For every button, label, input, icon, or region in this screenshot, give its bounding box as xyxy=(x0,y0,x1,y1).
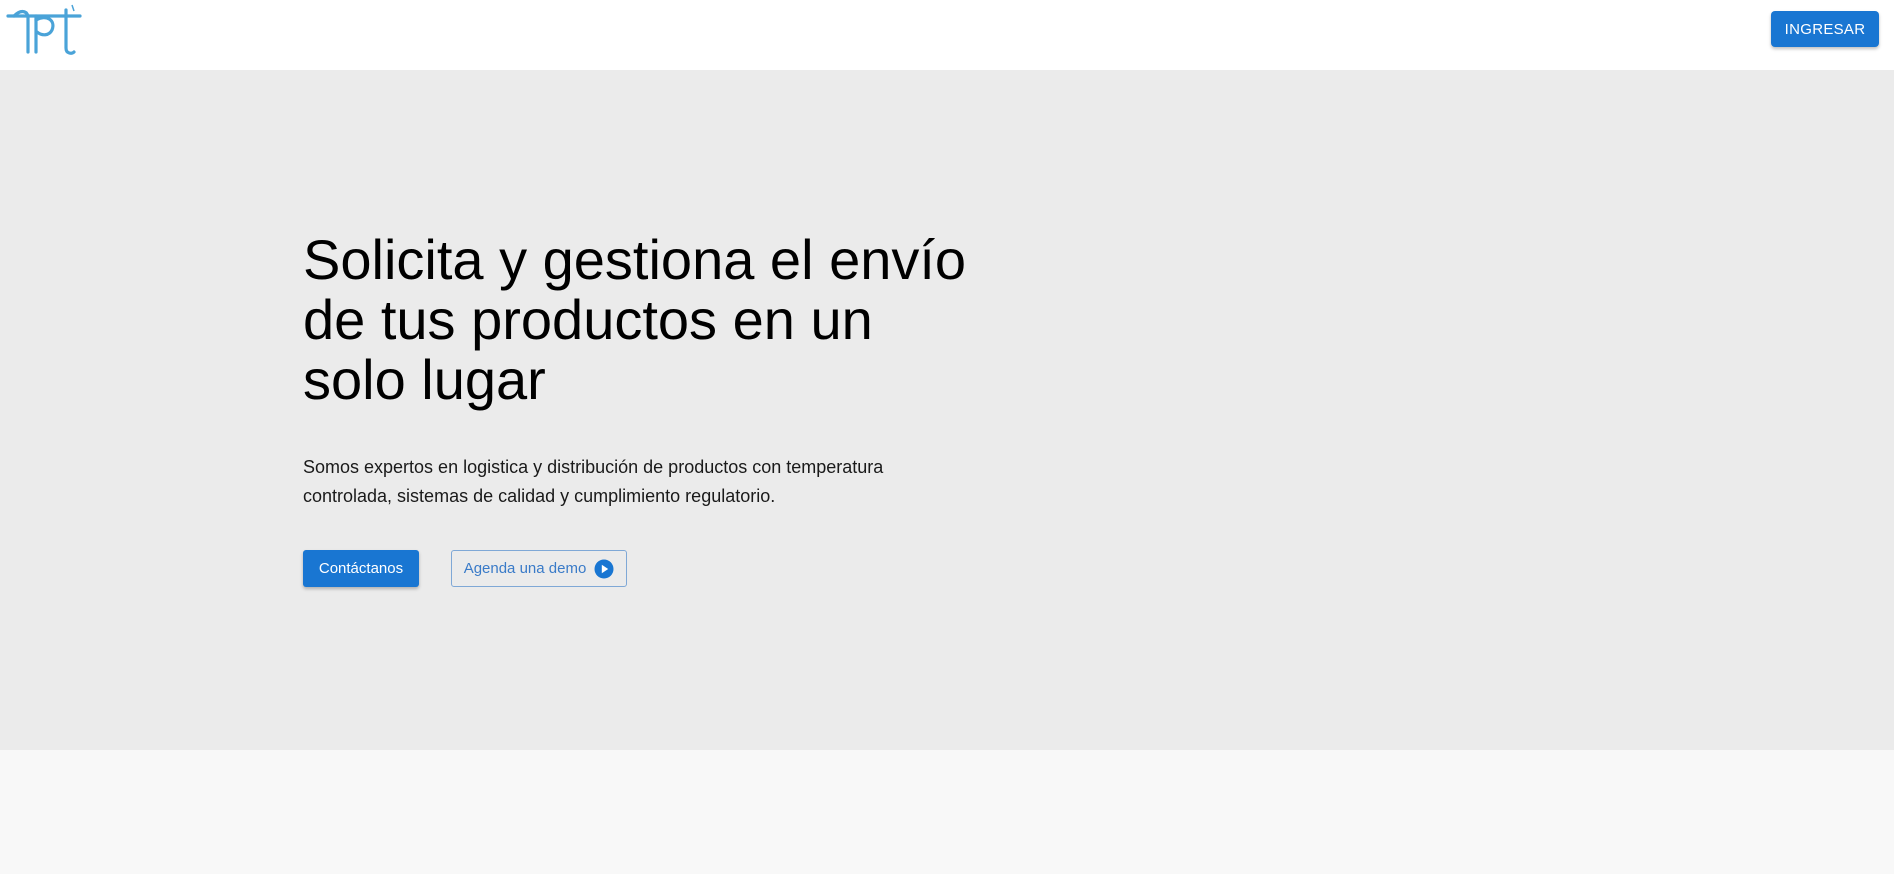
schedule-demo-button[interactable]: Agenda una demo xyxy=(451,550,627,587)
tpl-logo-icon[interactable] xyxy=(6,2,84,58)
play-circle-icon xyxy=(594,559,614,579)
hero-subtitle: Somos expertos en logistica y distribuci… xyxy=(303,457,884,506)
demo-button-label: Agenda una demo xyxy=(463,560,587,577)
top-navbar: INGRESAR xyxy=(0,0,1894,70)
hero-title: Solicita y gestiona el envío de tus prod… xyxy=(303,228,967,411)
hero-section: Solicita y gestiona el envío de tus prod… xyxy=(0,70,1894,750)
login-button[interactable]: INGRESAR xyxy=(1771,11,1879,47)
contact-button[interactable]: Contáctanos xyxy=(303,550,419,587)
